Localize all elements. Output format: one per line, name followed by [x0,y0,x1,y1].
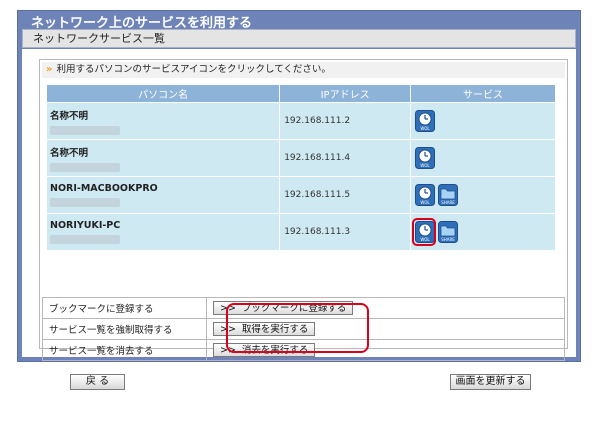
action-label: サービス一覧を強制取得する [42,318,207,340]
table-row: NORIYUKI-PC 192.168.111.3 WOL SHARE [47,214,555,250]
action-button[interactable]: >> ブックマークに登録する [213,301,354,315]
svg-text:SHARE: SHARE [441,237,455,242]
chevron-icon: >> [220,345,236,356]
ip-address-cell: 192.168.111.5 [280,177,410,213]
instruction-text: 利用するパソコンのサービスアイコンをクリックしてください。 [56,64,331,75]
action-table: ブックマークに登録する >> ブックマークに登録する サービス一覧を強制取得する >> 取… [42,297,565,361]
column-header-service: サービス [410,85,555,102]
ip-address-cell: 192.168.111.2 [280,103,410,139]
wol-clock-icon[interactable]: WOL [414,110,435,132]
service-list-box: » 利用するパソコンのサービスアイコンをクリックしてください。 パソコン名 IPア… [39,59,568,361]
pc-name-cell: 名称不明 [47,103,280,139]
instruction-bar: » 利用するパソコンのサービスアイコンをクリックしてください。 [42,62,565,78]
pc-name-cell: NORI-MACBOOKPRO [47,177,280,213]
share-folder-icon[interactable]: SHARE [437,184,458,206]
svg-text:SHARE: SHARE [441,200,455,205]
main-panel: ネットワーク上のサービスを利用する ネットワークサービス一覧 » 利用するパソコン… [17,10,581,362]
action-row: サービス一覧を消去する >> 消去を実行する [42,339,565,361]
service-cell: WOL SHARE [410,214,555,250]
column-header-pc-name: パソコン名 [47,85,280,102]
svg-text:WOL: WOL [420,200,430,205]
pc-name: NORI-MACBOOKPRO [50,183,158,194]
action-button[interactable]: >> 消去を実行する [213,343,316,357]
ip-address-cell: 192.168.111.4 [280,140,410,176]
svg-text:WOL: WOL [420,126,430,131]
double-arrow-icon: » [46,64,53,75]
action-cell: >> ブックマークに登録する [206,297,565,319]
blurred-detail [50,125,120,135]
highlight-box [411,218,436,246]
wol-clock-icon[interactable]: WOL [414,184,435,206]
table-row: 名称不明 192.168.111.4 WOL [47,140,555,176]
service-cell: WOL [410,140,555,176]
column-header-ip: IPアドレス [280,85,410,102]
pc-name: NORIYUKI-PC [50,220,121,231]
blurred-detail [50,198,120,207]
blurred-detail [50,162,120,172]
chevron-icon: >> [220,303,236,314]
wol-clock-icon[interactable]: WOL [414,147,435,169]
action-row: サービス一覧を強制取得する >> 取得を実行する [42,318,565,340]
action-button[interactable]: >> 取得を実行する [213,322,316,336]
content-area: » 利用するパソコンのサービスアイコンをクリックしてください。 パソコン名 IPア… [22,49,576,361]
action-label: ブックマークに登録する [42,297,207,319]
refresh-button[interactable]: 画面を更新する [450,374,531,390]
device-table: パソコン名 IPアドレス サービス 名称不明 192.168.111.2 WOL 名称… [46,84,556,251]
ip-address-cell: 192.168.111.3 [280,214,410,250]
action-label: サービス一覧を消去する [42,339,207,361]
table-row: 名称不明 192.168.111.2 WOL [47,103,555,139]
action-cell: >> 取得を実行する [206,318,565,340]
action-row: ブックマークに登録する >> ブックマークに登録する [42,297,565,319]
action-button-label: ブックマークに登録する [241,303,347,314]
action-cell: >> 消去を実行する [206,339,565,361]
blurred-detail [50,235,120,244]
action-button-label: 取得を実行する [241,324,309,335]
section-header: ネットワークサービス一覧 [22,29,576,48]
share-folder-icon[interactable]: SHARE [437,221,458,243]
action-button-label: 消去を実行する [241,345,309,356]
service-cell: WOL [410,103,555,139]
pc-name: 名称不明 [50,110,89,122]
table-header-row: パソコン名 IPアドレス サービス [47,85,555,102]
pc-name: 名称不明 [50,147,89,159]
service-cell: WOL SHARE [410,177,555,213]
wol-clock-icon[interactable]: WOL [411,218,436,246]
pc-name-cell: NORIYUKI-PC [47,214,280,250]
chevron-icon: >> [220,324,236,335]
back-button[interactable]: 戻 る [70,374,125,390]
svg-text:WOL: WOL [420,163,430,168]
table-row: NORI-MACBOOKPRO 192.168.111.5 WOL SHARE [47,177,555,213]
pc-name-cell: 名称不明 [47,140,280,176]
